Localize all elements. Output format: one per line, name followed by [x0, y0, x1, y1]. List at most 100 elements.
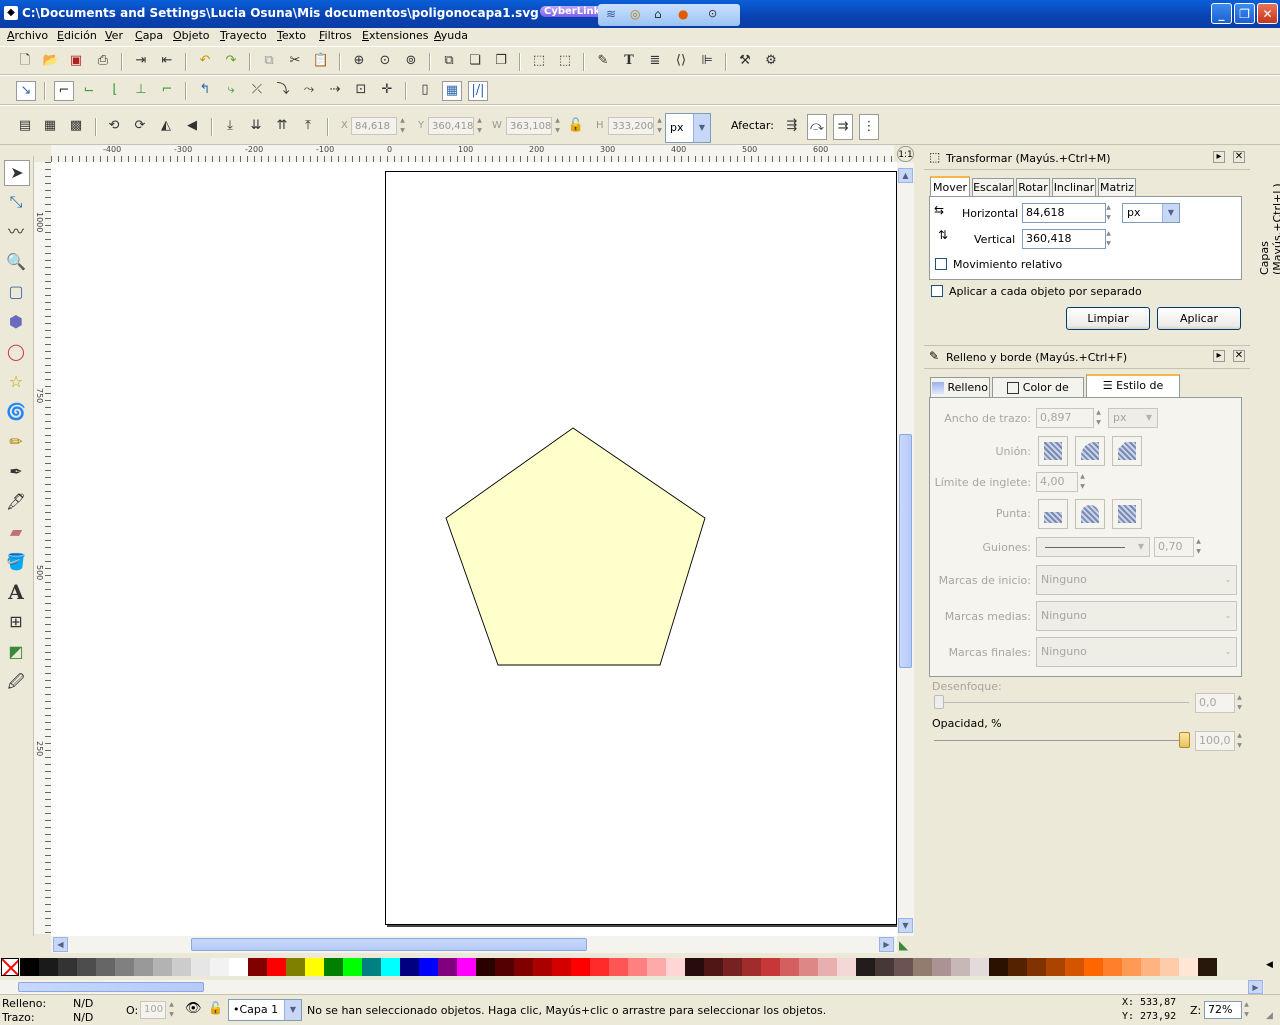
color-swatch[interactable]: [514, 958, 533, 976]
affect-patterns-icon[interactable]: ⋮: [859, 114, 879, 140]
star-tool-icon[interactable]: ☆: [4, 370, 28, 394]
color-swatch[interactable]: [343, 958, 362, 976]
transform-unit-select[interactable]: px ▼: [1122, 203, 1180, 223]
tab-estilo-de-trazo[interactable]: ☰ Estilo de trazo: [1086, 374, 1180, 412]
color-swatch[interactable]: [1141, 958, 1160, 976]
color-swatch[interactable]: [761, 958, 780, 976]
square-cap-button[interactable]: [1112, 499, 1142, 529]
paste-icon[interactable]: 📋: [312, 52, 330, 70]
snap-object-midpoints-icon[interactable]: ⇢: [326, 81, 344, 99]
tray-menu-icon[interactable]: ⊙: [708, 7, 717, 20]
vertical-ruler[interactable]: 1000 750 500 250: [34, 162, 52, 934]
raise-to-top-icon[interactable]: ⤒: [299, 117, 317, 135]
blur-input[interactable]: 0,0: [1195, 693, 1235, 713]
tray-icon-2[interactable]: ◎: [630, 7, 640, 21]
round-cap-button[interactable]: [1075, 499, 1105, 529]
zoom-drawing-icon[interactable]: ⊙: [376, 52, 394, 70]
color-swatch[interactable]: [58, 958, 77, 976]
menu-trayecto[interactable]: Trayecto: [220, 29, 267, 42]
vertical-scroll-thumb[interactable]: [899, 434, 912, 668]
layers-side-tab[interactable]: Capas (Mayús.+Ctrl+L): [1252, 145, 1280, 757]
vertical-spinner[interactable]: ▲ ▼: [1104, 229, 1113, 249]
color-swatch[interactable]: [1122, 958, 1141, 976]
color-swatch[interactable]: [267, 958, 286, 976]
node-tool-icon[interactable]: ⤡: [4, 190, 28, 214]
panel-detach-icon[interactable]: ▸: [1213, 350, 1225, 362]
w-spinner[interactable]: ▲ ▼: [553, 116, 562, 136]
color-swatch[interactable]: [685, 958, 704, 976]
relative-move-checkbox[interactable]: [935, 258, 947, 270]
ungroup-icon[interactable]: ⬚: [556, 52, 574, 70]
menu-objeto[interactable]: Objeto: [173, 29, 210, 42]
tab-inclinar[interactable]: Inclinar: [1052, 178, 1096, 196]
xml-editor-icon[interactable]: ⟨⟩: [672, 52, 690, 70]
rotate-ccw-icon[interactable]: ⟲: [105, 117, 123, 135]
color-swatch[interactable]: [856, 958, 875, 976]
save-icon[interactable]: ▣: [67, 52, 85, 70]
rectangle-tool-icon[interactable]: ▢: [4, 280, 28, 304]
align-distribute-icon[interactable]: ⊫: [698, 52, 716, 70]
color-swatch[interactable]: [951, 958, 970, 976]
color-swatch[interactable]: [1103, 958, 1122, 976]
fill-stroke-icon[interactable]: ✎: [594, 52, 612, 70]
w-input[interactable]: 363,108: [506, 117, 552, 135]
firefox-icon[interactable]: ●: [678, 7, 688, 21]
palette-scroll-thumb[interactable]: [18, 982, 204, 992]
color-swatch[interactable]: [723, 958, 742, 976]
connector-tool-icon[interactable]: ⊞: [4, 610, 28, 634]
duplicate-icon[interactable]: ⧉: [440, 52, 458, 70]
affect-stroke-icon[interactable]: ⇶: [783, 117, 801, 135]
opacity-status-spinner[interactable]: ▲ ▼: [167, 1000, 176, 1020]
rotate-cw-icon[interactable]: ⟳: [131, 117, 149, 135]
unlink-clone-icon[interactable]: ❐: [492, 52, 510, 70]
color-swatch[interactable]: [495, 958, 514, 976]
color-swatch[interactable]: [1179, 958, 1198, 976]
menu-texto[interactable]: Texto: [277, 29, 306, 42]
current-layer-select[interactable]: •Capa 1 ▼: [228, 999, 302, 1021]
select-all-layers-icon[interactable]: ▦: [41, 117, 59, 135]
color-swatch[interactable]: [77, 958, 96, 976]
color-swatch[interactable]: [932, 958, 951, 976]
color-swatch[interactable]: [96, 958, 115, 976]
color-swatch[interactable]: [1160, 958, 1179, 976]
x-spinner[interactable]: ▲ ▼: [398, 116, 407, 136]
snap-centers-icon[interactable]: ⊡: [352, 81, 370, 99]
snap-grid-icon[interactable]: ▦: [442, 81, 462, 101]
inkscape-app-icon[interactable]: ◆: [4, 6, 18, 20]
color-swatch[interactable]: [799, 958, 818, 976]
y-spinner[interactable]: ▲ ▼: [475, 116, 484, 136]
3d-box-tool-icon[interactable]: ⬢: [4, 310, 28, 334]
color-swatch[interactable]: [818, 958, 837, 976]
color-swatch[interactable]: [1027, 958, 1046, 976]
palette-scrollbar[interactable]: ▶: [0, 980, 1264, 994]
color-swatch[interactable]: [438, 958, 457, 976]
menu-archivo[interactable]: Archivo: [7, 29, 48, 42]
stroke-width-spinner[interactable]: ▲ ▼: [1094, 408, 1103, 428]
panel-detach-icon[interactable]: ▸: [1213, 151, 1225, 163]
color-swatch[interactable]: [609, 958, 628, 976]
tab-relleno[interactable]: Relleno: [930, 377, 990, 397]
open-icon[interactable]: 📂: [42, 52, 60, 70]
color-swatch[interactable]: [1084, 958, 1103, 976]
import-icon[interactable]: ⇥: [132, 52, 150, 70]
select-all-icon[interactable]: ▤: [16, 117, 34, 135]
color-swatch[interactable]: [1008, 958, 1027, 976]
affect-gradients-icon[interactable]: ⇉: [833, 114, 853, 140]
snap-intersections-icon[interactable]: ⤫: [248, 81, 266, 99]
color-swatch[interactable]: [172, 958, 191, 976]
close-button[interactable]: ✕: [1257, 3, 1278, 24]
apply-each-checkbox[interactable]: [931, 285, 943, 297]
selector-tool-icon[interactable]: ➤: [4, 160, 30, 186]
cyberlink-badge[interactable]: CyberLink: [540, 6, 605, 17]
preferences-icon[interactable]: ⚒: [736, 52, 754, 70]
tab-escalar[interactable]: Escalar: [972, 178, 1014, 196]
tray-icon-3[interactable]: ⌂: [654, 7, 662, 21]
color-swatch[interactable]: [153, 958, 172, 976]
calligraphy-tool-icon[interactable]: 🖋: [4, 490, 28, 514]
color-swatch[interactable]: [1198, 958, 1217, 976]
lower-icon[interactable]: ⇊: [247, 117, 265, 135]
color-swatch[interactable]: [666, 958, 685, 976]
snap-bbox-midpoint-icon[interactable]: ⊥: [132, 81, 150, 99]
miter-join-button[interactable]: [1038, 436, 1068, 466]
maximize-button[interactable]: ❐: [1234, 3, 1255, 24]
